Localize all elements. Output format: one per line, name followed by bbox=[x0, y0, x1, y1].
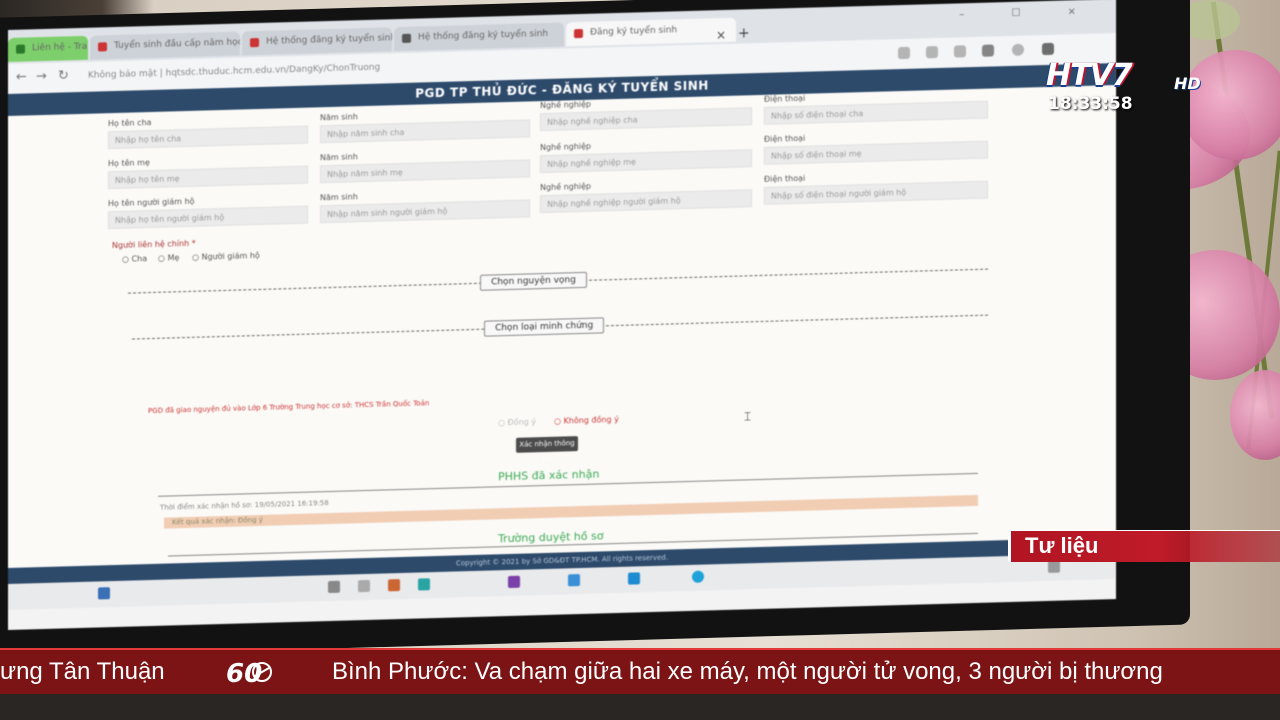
guardian-phone-label: Điện thoại bbox=[764, 173, 806, 184]
browser-tab[interactable]: Hệ thống đăng ký tuyển sinh bbox=[394, 22, 564, 52]
father-birth-year-input[interactable]: Nhập năm sinh cha bbox=[320, 119, 530, 144]
app-icon[interactable] bbox=[418, 578, 430, 591]
app-icon[interactable] bbox=[568, 574, 580, 587]
ticker-previous-text: ưng Tân Thuận bbox=[0, 658, 165, 685]
svg-text:60: 60 bbox=[226, 659, 262, 688]
pen-icon[interactable] bbox=[898, 46, 910, 60]
browser-tab[interactable]: Hệ thống đăng ký tuyển sinh bbox=[242, 27, 392, 56]
60-years-logo-icon: 60 bbox=[226, 659, 272, 688]
tab-favicon bbox=[574, 28, 583, 39]
window-controls[interactable]: – ☐ × bbox=[959, 6, 1098, 21]
father-job-label: Nghề nghiệp bbox=[540, 99, 592, 111]
mother-phone-label: Điện thoại bbox=[764, 133, 806, 144]
guardian-name-label: Họ tên người giám hộ bbox=[108, 196, 195, 209]
assignment-notice: PGD đã giao nguyện đủ vào Lớp 6 Trường T… bbox=[148, 399, 430, 416]
radio-guardian[interactable]: ○ Người giám hộ bbox=[192, 251, 260, 262]
reload-icon[interactable]: ↻ bbox=[58, 68, 69, 83]
star-icon[interactable] bbox=[926, 46, 938, 59]
radio-father[interactable]: ○ Cha bbox=[122, 254, 147, 264]
source-label: Tư liệu bbox=[1025, 533, 1099, 558]
guardian-job-label: Nghề nghiệp bbox=[540, 181, 592, 193]
profile-icon[interactable] bbox=[1012, 43, 1024, 56]
choose-wish-button[interactable]: Chọn nguyện vọng bbox=[480, 271, 587, 291]
father-name-label: Họ tên cha bbox=[108, 117, 152, 129]
broadcast-clock: 18:33:58 bbox=[1048, 94, 1133, 114]
htv7-logo-text: HTV7 bbox=[1046, 58, 1133, 93]
father-job-input[interactable]: Nhập nghề nghiệp cha bbox=[540, 107, 752, 132]
radio-mother[interactable]: ○ Mẹ bbox=[158, 253, 179, 263]
mother-birth-year-label: Năm sinh bbox=[320, 152, 358, 163]
youtube-icon bbox=[250, 37, 259, 48]
new-tab-icon[interactable]: + bbox=[738, 25, 750, 41]
app-icon[interactable] bbox=[388, 579, 400, 592]
status-parent-confirmed: PHHS đã xác nhận bbox=[498, 467, 600, 484]
father-birth-year-label: Năm sinh bbox=[320, 112, 358, 123]
news-ticker: ưng Tân Thuận 60 Bình Phước: Va chạm giữ… bbox=[0, 648, 1280, 696]
mother-name-label: Họ tên mẹ bbox=[108, 158, 150, 169]
extension-icon[interactable] bbox=[954, 45, 966, 58]
confirm-info-button[interactable]: Xác nhận thông tin bbox=[516, 436, 578, 463]
browser-tab[interactable]: Tuyển sinh đầu cấp năm học bbox=[90, 31, 240, 60]
guardian-name-input[interactable]: Nhập họ tên người giám hộ bbox=[108, 205, 308, 230]
browser-tab-active[interactable]: Đăng ký tuyển sinh bbox=[566, 17, 736, 47]
tab-favicon bbox=[98, 42, 107, 52]
task-view-icon[interactable] bbox=[358, 579, 370, 593]
guardian-birth-year-label: Năm sinh bbox=[320, 192, 358, 203]
father-phone-label: Điện thoại bbox=[764, 93, 806, 104]
ticker-headline: Bình Phước: Va chạm giữa hai xe máy, một… bbox=[332, 658, 1163, 685]
channel-logo: HTV7 HD bbox=[1046, 58, 1201, 98]
guardian-phone-input[interactable]: Nhập số điện thoại người giám hộ bbox=[764, 180, 988, 205]
disagree-option[interactable]: ○ Không đồng ý bbox=[554, 415, 619, 426]
agree-option[interactable]: ○ Đồng ý bbox=[498, 417, 536, 427]
app-icon[interactable] bbox=[508, 575, 520, 589]
source-tag: Tư liệu bbox=[1008, 530, 1280, 562]
mother-job-label: Nghề nghiệp bbox=[540, 141, 592, 153]
tab-close-icon[interactable]: × bbox=[716, 28, 726, 42]
guardian-job-input[interactable]: Nhập nghề nghiệp người giám hộ bbox=[540, 189, 752, 214]
registration-form: Họ tên cha Nhập họ tên cha Họ tên mẹ Nhậ… bbox=[8, 85, 1116, 569]
confirm-timestamp: Thời điểm xác nhận hồ sơ: 19/05/2021 16:… bbox=[160, 499, 329, 512]
mother-phone-input[interactable]: Nhập số điện thoại mẹ bbox=[764, 140, 988, 165]
monitor-screen: Liên hệ - Tra cứu hồ sơ Tuyển sinh đầu c… bbox=[8, 0, 1116, 630]
guardian-birth-year-input[interactable]: Nhập năm sinh người giám hộ bbox=[320, 199, 530, 224]
edge-icon[interactable] bbox=[692, 570, 704, 583]
bottom-strip bbox=[0, 694, 1280, 720]
primary-contact-label: Người liên hệ chính * bbox=[112, 238, 196, 251]
forward-icon[interactable]: → bbox=[36, 69, 47, 84]
mother-job-input[interactable]: Nhập nghề nghiệp mẹ bbox=[540, 149, 752, 174]
system-tray-icon[interactable] bbox=[1048, 560, 1060, 573]
back-icon[interactable]: ← bbox=[16, 69, 27, 84]
mother-birth-year-input[interactable]: Nhập năm sinh mẹ bbox=[320, 159, 530, 184]
father-name-input[interactable]: Nhập họ tên cha bbox=[108, 125, 308, 150]
start-icon[interactable] bbox=[98, 587, 110, 600]
browser-tab[interactable]: Liên hệ - Tra cứu hồ sơ bbox=[8, 35, 88, 62]
tab-favicon bbox=[402, 33, 411, 43]
puzzle-icon[interactable] bbox=[1042, 42, 1054, 56]
collections-icon[interactable] bbox=[982, 44, 994, 57]
tab-favicon bbox=[16, 44, 25, 54]
mother-name-input[interactable]: Nhập họ tên mẹ bbox=[108, 165, 308, 190]
choose-evidence-button[interactable]: Chọn loại minh chứng bbox=[484, 317, 605, 337]
father-phone-input[interactable]: Nhập số điện thoại cha bbox=[764, 100, 988, 125]
hd-badge: HD bbox=[1174, 74, 1201, 93]
app-icon[interactable] bbox=[628, 572, 640, 585]
search-icon[interactable] bbox=[328, 580, 340, 594]
mouse-cursor-icon: ⌶ bbox=[744, 409, 752, 424]
